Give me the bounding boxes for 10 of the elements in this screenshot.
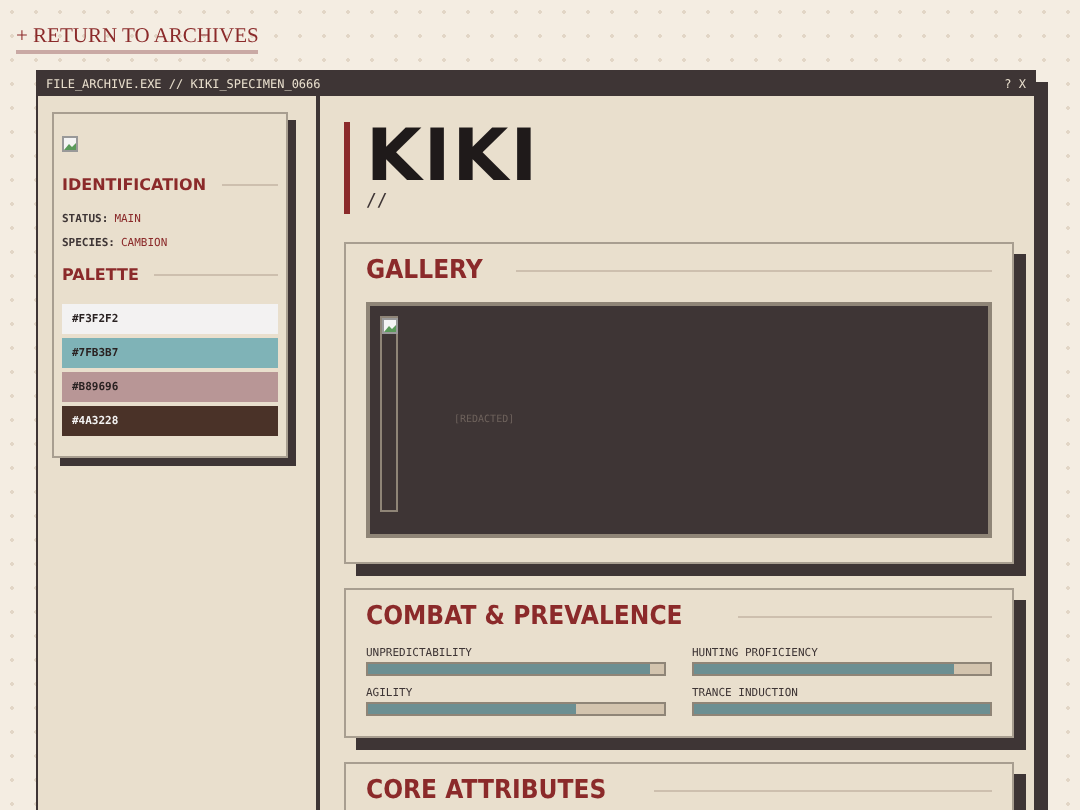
broken-image-icon [382, 318, 398, 334]
name-mark: // [366, 194, 388, 210]
return-link[interactable]: + RETURN TO ARCHIVES [16, 26, 259, 54]
section-heading: PALETTE [62, 266, 139, 284]
character-name: KIKI [366, 122, 540, 194]
section-heading: GALLERY [366, 256, 483, 286]
broken-image-icon [62, 136, 78, 152]
section-heading: COMBAT & PREVALENCE [366, 602, 683, 632]
section-heading: CORE ATTRIBUTES [366, 776, 607, 806]
section-heading: IDENTIFICATION [62, 176, 207, 194]
